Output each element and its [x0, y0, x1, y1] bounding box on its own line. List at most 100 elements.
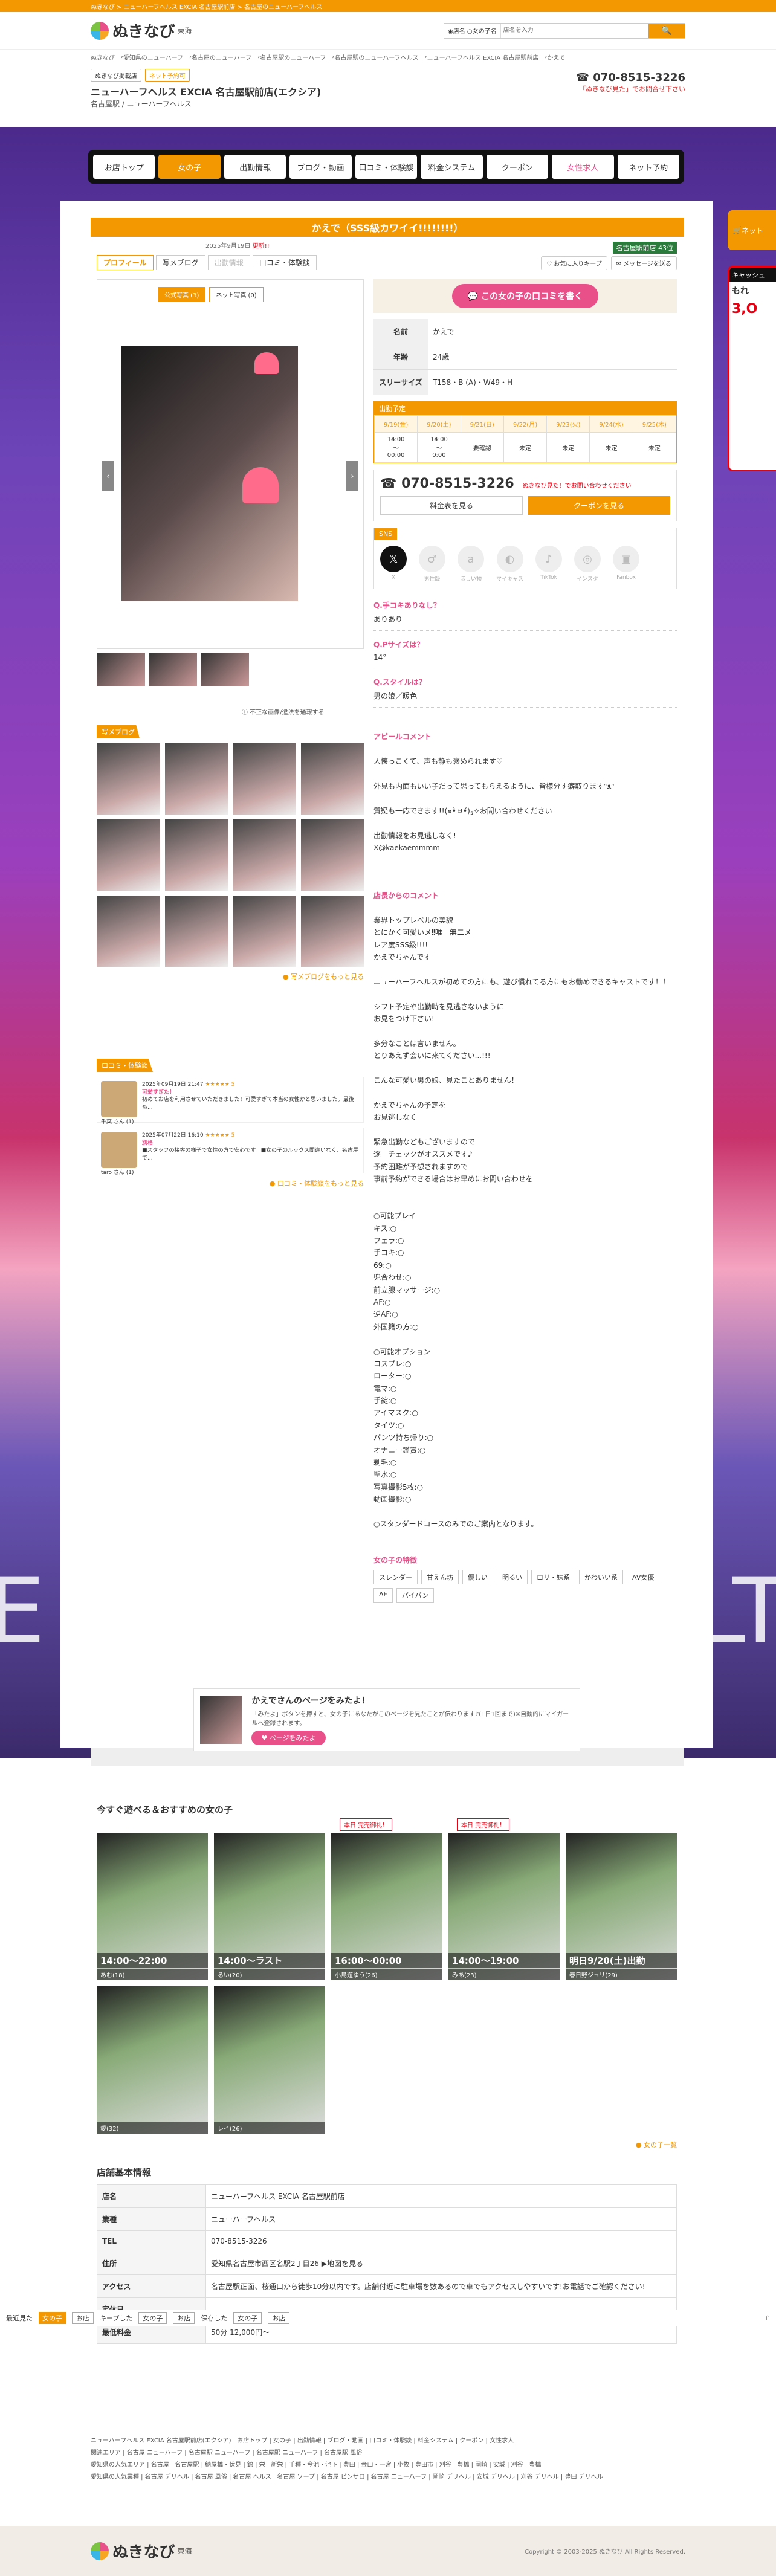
tab-reviews[interactable]: 口コミ・体験談	[252, 255, 317, 270]
blog-thumb[interactable]	[233, 819, 296, 891]
kept-shops-button[interactable]: お店	[173, 2312, 195, 2324]
breadcrumb-item[interactable]: ぬきなび	[91, 53, 115, 62]
saved-girls-button[interactable]: 女の子	[233, 2312, 262, 2324]
girl-card[interactable]: 14:00〜ラスト るい(20)	[214, 1833, 325, 1980]
next-photo-arrow[interactable]: ›	[346, 461, 358, 491]
girl-card[interactable]: 14:00〜22:00 あむ(18)	[97, 1833, 208, 1980]
blog-thumb[interactable]	[97, 896, 160, 967]
blog-thumb[interactable]	[233, 896, 296, 967]
review-item[interactable]: taro さん (1) 2025年07月22日 16:10 ★★★★★ 5 別格…	[97, 1128, 364, 1176]
shop-tel[interactable]: ☎ 070-8515-3226	[576, 71, 685, 84]
girl-card[interactable]: 愛(32)	[97, 1986, 208, 2134]
breadcrumb-item[interactable]: 名古屋のニューハーフ	[192, 53, 251, 62]
review-title: 可愛すぎた！	[142, 1089, 175, 1096]
blog-thumb[interactable]	[164, 819, 228, 891]
message-button[interactable]: ✉ メッセージを送る	[610, 256, 677, 270]
nav-recruit[interactable]: 女性求人	[552, 155, 614, 179]
photo-thumb[interactable]	[201, 653, 249, 686]
feature-tag[interactable]: 優しい	[462, 1569, 493, 1584]
girl-card[interactable]: 明日9/20(土)出勤 春日野ジュリ(29)	[566, 1833, 677, 1980]
blog-thumb[interactable]	[97, 743, 160, 815]
recommend-section: 今すぐ遊べる＆おすすめの女の子 14:00〜22:00 あむ(18) 14:00〜…	[97, 1803, 677, 2149]
footer-links[interactable]: ニューハーフヘルス EXCIA 名古屋駅前店(エクシア) | お店トップ | 女…	[91, 2435, 689, 2484]
feature-tag[interactable]: 明るい	[497, 1569, 528, 1584]
nav-price[interactable]: 料金システム	[421, 155, 483, 179]
search-input[interactable]	[500, 23, 648, 38]
mitayo-button[interactable]: ♥ ページをみたよ	[251, 1731, 326, 1745]
girl-card[interactable]: レイ(26)	[214, 1986, 325, 2134]
net-photo-tab[interactable]: ネット写真 (0)	[209, 287, 264, 302]
blog-thumb[interactable]	[300, 743, 364, 815]
recent-girls-button[interactable]: 女の子	[39, 2312, 66, 2324]
feature-tag[interactable]: 甘えん坊	[421, 1569, 459, 1584]
side-reserve-button[interactable]: 🛒 ネット	[728, 210, 776, 250]
collapse-icon[interactable]: ⇧	[765, 2314, 770, 2322]
main-photo[interactable]	[121, 346, 298, 601]
card-time: 16:00〜00:00	[331, 1953, 442, 1968]
review-stars: ★★★★★ 5	[205, 1082, 235, 1088]
logo-icon	[91, 21, 109, 40]
blog-thumb[interactable]	[233, 743, 296, 815]
shop-info-value[interactable]: 愛知県名古屋市西区名駅2丁目26 ▶地図を見る	[205, 2252, 677, 2275]
tel-number[interactable]: ☎ 070-8515-3226	[380, 476, 514, 491]
search-button[interactable]: 🔍	[648, 23, 685, 38]
feature-tag[interactable]: かわいい系	[579, 1569, 623, 1584]
nav-schedule[interactable]: 出勤情報	[224, 155, 286, 179]
breadcrumb-item[interactable]: 名古屋駅のニューハーフ	[260, 53, 326, 62]
reviews-more-link[interactable]: ● 口コミ・体験談をもっと見る	[97, 1178, 364, 1188]
girl-list-link[interactable]: ● 女の子一覧	[97, 2140, 677, 2149]
photo-thumb[interactable]	[149, 653, 197, 686]
breadcrumb-current: かえで	[547, 55, 566, 62]
footer-logo[interactable]: ぬきなび 東海	[91, 2540, 192, 2562]
breadcrumb-item[interactable]: 愛知県のニューハーフ	[123, 53, 183, 62]
nav-net-reserve[interactable]: ネット予約	[617, 155, 679, 179]
staff-comment: 店長からのコメント 業界トップレベルの美貌 とにかく可愛いメ‼唯一無二メ レア度…	[373, 877, 677, 1543]
nav-girls[interactable]: 女の子	[158, 155, 221, 179]
prev-photo-arrow[interactable]: ‹	[102, 461, 114, 491]
side-ad[interactable]: キャッシュ もれ 3,O	[728, 266, 776, 471]
shop-info-key: 業種	[97, 2207, 206, 2231]
feature-tag[interactable]: AV女優	[627, 1569, 660, 1584]
tab-schedule[interactable]: 出勤情報	[207, 255, 250, 270]
blog-more-link[interactable]: ● 写メブログをもっと見る	[97, 972, 364, 981]
review-item[interactable]: 千葉 さん (1) 2025年09月19日 21:47 ★★★★★ 5 可愛すぎ…	[97, 1077, 364, 1125]
profile-key: スリーサイズ	[373, 369, 428, 395]
feature-tag[interactable]: パイパン	[396, 1587, 435, 1603]
keep-button[interactable]: ♡ お気に入りキープ	[541, 256, 607, 270]
official-photo-tab[interactable]: 公式写真 (3)	[158, 287, 206, 302]
breadcrumb-item[interactable]: ニューハーフヘルス EXCIA 名古屋駅前店	[427, 53, 539, 62]
price-button[interactable]: 料金表を見る	[380, 496, 523, 515]
shop-info-title: 店舗基本情報	[97, 2167, 152, 2178]
tab-profile[interactable]: プロフィール	[97, 255, 154, 270]
coupon-button[interactable]: クーポンを見る	[528, 496, 670, 515]
nav-coupon[interactable]: クーポン	[486, 155, 549, 179]
report-link[interactable]: ⓘ 不正な画像/違法を通報する	[242, 707, 325, 716]
recent-shops-button[interactable]: お店	[72, 2312, 94, 2324]
girl-card[interactable]: 本日 完売御礼！ 14:00〜19:00 みあ(23)	[448, 1818, 560, 1980]
blog-thumb[interactable]	[164, 743, 228, 815]
feature-tag[interactable]: ロリ・妹系	[531, 1569, 575, 1584]
shop-info-value[interactable]: ニューハーフヘルス EXCIA 名古屋駅前店	[205, 2184, 677, 2208]
girl-card[interactable]: 本日 完売御礼！ 16:00〜00:00 小鳥遊ゆう(26)	[331, 1818, 442, 1980]
search-options[interactable]: ◉店名 ○女の子名	[444, 26, 500, 35]
photo-thumb[interactable]	[97, 653, 145, 686]
x-icon[interactable]: 𝕏X	[380, 546, 407, 583]
feature-tag[interactable]: スレンダー	[373, 1569, 418, 1584]
qa-question: Q.手コキありなし？	[373, 601, 441, 610]
saved-shops-button[interactable]: お店	[268, 2312, 290, 2324]
blog-thumb[interactable]	[97, 819, 160, 891]
breadcrumb-item[interactable]: 名古屋駅のニューハーフヘルス	[334, 53, 418, 62]
blog-thumb[interactable]	[164, 896, 228, 967]
nav-shop-top[interactable]: お店トップ	[93, 155, 155, 179]
kept-girls-button[interactable]: 女の子	[138, 2312, 167, 2324]
nav-reviews[interactable]: 口コミ・体験談	[355, 155, 418, 179]
nav-blog[interactable]: ブログ・動画	[289, 155, 352, 179]
feature-tag[interactable]: AF	[373, 1587, 393, 1603]
blog-thumb[interactable]	[300, 896, 364, 967]
staff-title: 店長からのコメント	[373, 891, 439, 900]
write-review-button[interactable]: 💬 この女の子の口コミを書く	[451, 284, 599, 308]
tab-blog[interactable]: 写メブログ	[155, 255, 205, 270]
site-logo[interactable]: ぬきなび 東海	[91, 19, 192, 42]
shop-info-value[interactable]: 070-8515-3226	[205, 2230, 677, 2252]
blog-thumb[interactable]	[300, 819, 364, 891]
